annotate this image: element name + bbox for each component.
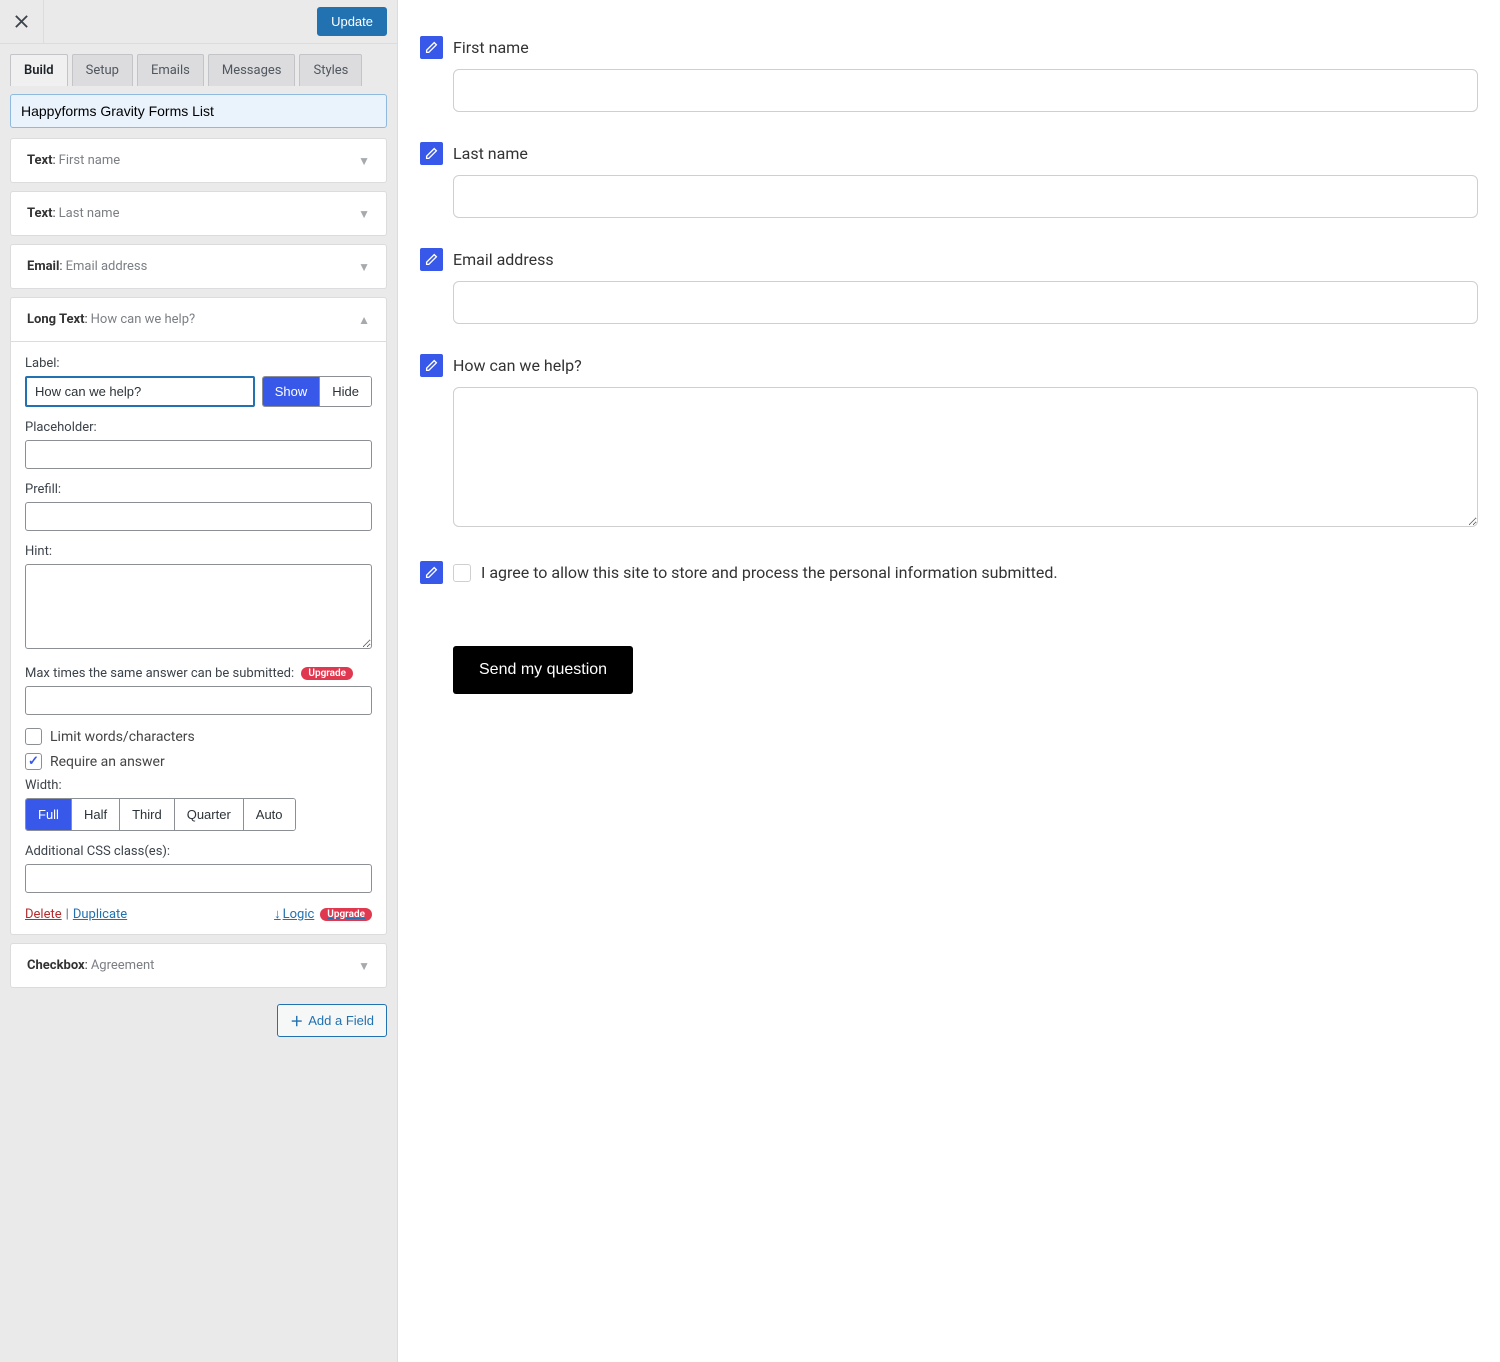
edit-field-button[interactable] xyxy=(420,561,443,584)
first-name-input[interactable] xyxy=(453,69,1478,112)
width-label: Width: xyxy=(25,778,372,793)
tab-emails[interactable]: Emails xyxy=(137,54,204,86)
field-name-label: Email address xyxy=(66,259,148,274)
form-preview: First name Last name Email address xyxy=(398,0,1500,1362)
field-row-long-text-header[interactable]: Long Text: How can we help? ▲ xyxy=(11,298,386,341)
field-name-label: Last name xyxy=(59,206,120,221)
field-type-label: Checkbox xyxy=(27,958,85,973)
pencil-icon xyxy=(425,359,438,372)
label-show-button[interactable]: Show xyxy=(263,377,320,406)
field-row-last-name[interactable]: Text: Last name ▼ xyxy=(10,191,387,236)
consent-checkbox[interactable] xyxy=(453,564,471,582)
field-name-label: How can we help? xyxy=(91,312,196,327)
consent-text: I agree to allow this site to store and … xyxy=(481,563,1058,582)
preview-label: Last name xyxy=(453,144,528,163)
tab-messages[interactable]: Messages xyxy=(208,54,296,86)
label-label: Label: xyxy=(25,356,372,371)
field-type-label: Text xyxy=(27,206,53,221)
field-name-label: First name xyxy=(59,153,120,168)
width-half-button[interactable]: Half xyxy=(71,799,119,830)
pencil-icon xyxy=(425,566,438,579)
require-answer-row[interactable]: Require an answer xyxy=(25,753,372,770)
logic-link[interactable]: ↓ Logic Upgrade xyxy=(274,906,372,922)
sidebar-header: Update xyxy=(0,0,397,44)
chevron-down-icon: ▼ xyxy=(358,207,370,221)
add-field-button[interactable]: ＋ Add a Field xyxy=(277,1004,387,1037)
customizer-sidebar: Update Build Setup Emails Messages Style… xyxy=(0,0,398,1362)
plus-icon: ＋ xyxy=(290,1011,303,1030)
close-icon xyxy=(14,14,29,29)
duplicate-link[interactable]: Duplicate xyxy=(73,907,127,922)
field-editor: Label: Show Hide Placeholder: xyxy=(11,341,386,934)
edit-field-button[interactable] xyxy=(420,142,443,165)
pencil-icon xyxy=(425,41,438,54)
width-segment: Full Half Third Quarter Auto xyxy=(25,798,296,831)
limit-words-row[interactable]: Limit words/characters xyxy=(25,728,372,745)
field-row-long-text: Long Text: How can we help? ▲ Label: Sho… xyxy=(10,297,387,935)
edit-field-button[interactable] xyxy=(420,248,443,271)
pencil-icon xyxy=(425,253,438,266)
delete-link[interactable]: Delete xyxy=(25,907,62,922)
placeholder-input[interactable] xyxy=(25,440,372,469)
field-type-label: Long Text xyxy=(27,312,84,327)
max-answers-input[interactable] xyxy=(25,686,372,715)
arrow-down-icon: ↓ xyxy=(274,906,281,922)
chevron-up-icon: ▲ xyxy=(358,313,370,327)
chevron-down-icon: ▼ xyxy=(358,959,370,973)
field-row-checkbox[interactable]: Checkbox: Agreement ▼ xyxy=(10,943,387,988)
edit-field-button[interactable] xyxy=(420,36,443,59)
close-button[interactable] xyxy=(0,0,44,44)
tab-setup[interactable]: Setup xyxy=(72,54,133,86)
require-answer-label: Require an answer xyxy=(50,754,165,770)
field-type-label: Email xyxy=(27,259,59,274)
label-input[interactable] xyxy=(25,376,255,407)
prefill-input[interactable] xyxy=(25,502,372,531)
limit-words-checkbox[interactable] xyxy=(25,728,42,745)
preview-label: How can we help? xyxy=(453,356,582,375)
message-textarea[interactable] xyxy=(453,387,1478,527)
upgrade-badge[interactable]: Upgrade xyxy=(301,667,353,680)
css-classes-input[interactable] xyxy=(25,864,372,893)
update-button[interactable]: Update xyxy=(317,7,387,36)
edit-field-button[interactable] xyxy=(420,354,443,377)
max-answers-label: Max times the same answer can be submitt… xyxy=(25,666,372,681)
hint-label: Hint: xyxy=(25,544,372,559)
chevron-down-icon: ▼ xyxy=(358,260,370,274)
field-row-first-name[interactable]: Text: First name ▼ xyxy=(10,138,387,183)
email-input[interactable] xyxy=(453,281,1478,324)
field-row-email[interactable]: Email: Email address ▼ xyxy=(10,244,387,289)
field-name-label: Agreement xyxy=(91,958,155,973)
form-title-input[interactable] xyxy=(10,94,387,128)
prefill-label: Prefill: xyxy=(25,482,372,497)
upgrade-badge[interactable]: Upgrade xyxy=(320,908,372,921)
pencil-icon xyxy=(425,147,438,160)
width-third-button[interactable]: Third xyxy=(119,799,174,830)
last-name-input[interactable] xyxy=(453,175,1478,218)
tab-bar: Build Setup Emails Messages Styles xyxy=(0,44,397,86)
css-classes-label: Additional CSS class(es): xyxy=(25,844,372,859)
field-list: Text: First name ▼ Text: Last name ▼ Ema… xyxy=(10,138,387,988)
label-hide-button[interactable]: Hide xyxy=(319,377,371,406)
preview-label: First name xyxy=(453,38,529,57)
width-quarter-button[interactable]: Quarter xyxy=(174,799,243,830)
label-visibility-segment: Show Hide xyxy=(262,376,372,407)
submit-button[interactable]: Send my question xyxy=(453,646,633,694)
width-auto-button[interactable]: Auto xyxy=(243,799,295,830)
tab-styles[interactable]: Styles xyxy=(299,54,362,86)
field-type-label: Text xyxy=(27,153,53,168)
tab-build[interactable]: Build xyxy=(10,54,68,86)
chevron-down-icon: ▼ xyxy=(358,154,370,168)
hint-textarea[interactable] xyxy=(25,564,372,649)
placeholder-label: Placeholder: xyxy=(25,420,372,435)
preview-label: Email address xyxy=(453,250,554,269)
width-full-button[interactable]: Full xyxy=(26,799,71,830)
require-answer-checkbox[interactable] xyxy=(25,753,42,770)
limit-words-label: Limit words/characters xyxy=(50,729,195,745)
